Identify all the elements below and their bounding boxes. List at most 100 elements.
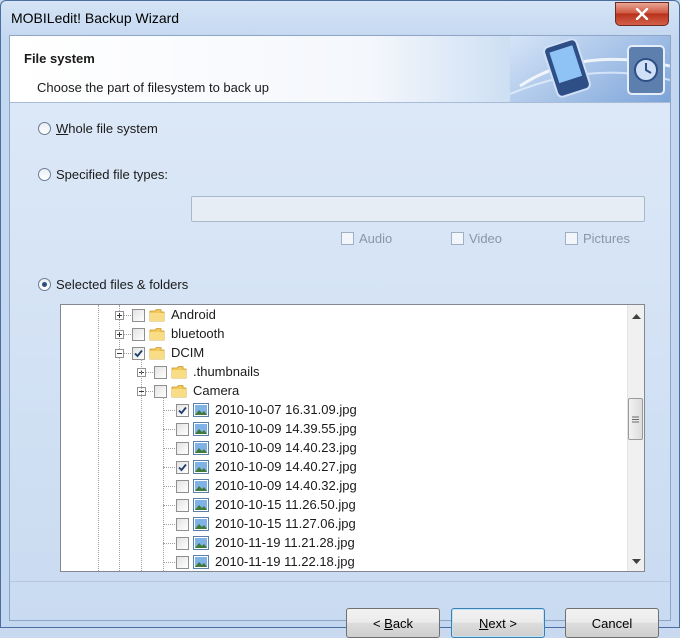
- close-icon: [635, 8, 649, 20]
- scroll-down-button[interactable]: [628, 553, 644, 570]
- tree-item-label: bluetooth: [171, 326, 225, 341]
- tree-connector: [163, 429, 177, 430]
- image-icon-shape: [193, 441, 209, 455]
- next-button-label: Next >: [479, 615, 517, 631]
- scroll-down-icon: [631, 558, 641, 564]
- image-file-icon: [193, 479, 209, 493]
- folder-icon-shape: [149, 347, 165, 360]
- tree-item-label: Camera: [193, 383, 240, 398]
- tree-item-label: 2010-10-09 14.40.23.jpg: [215, 440, 357, 455]
- tree-item-checkbox[interactable]: [132, 347, 145, 360]
- cancel-button-label: Cancel: [591, 615, 633, 631]
- tree-item-checkbox[interactable]: [176, 556, 189, 569]
- image-file-icon: [193, 403, 209, 417]
- tree-guide-line: [119, 305, 120, 571]
- tree-item-label: 2010-10-15 11.26.50.jpg: [215, 497, 356, 512]
- tree-item-checkbox[interactable]: [176, 404, 189, 417]
- cancel-button[interactable]: Cancel: [565, 608, 659, 638]
- tree-item-checkbox[interactable]: [176, 499, 189, 512]
- tree-guide-line: [98, 305, 99, 571]
- page-title: File system: [24, 51, 95, 66]
- tree-item-checkbox[interactable]: [132, 328, 145, 341]
- window-title: MOBILedit! Backup Wizard: [11, 10, 180, 26]
- specified-file-types-radio[interactable]: [38, 168, 51, 181]
- tree-scrollbar[interactable]: [627, 305, 644, 571]
- tree-item-checkbox[interactable]: [176, 518, 189, 531]
- wizard-client-area: File system Choose the part of filesyste…: [9, 35, 671, 638]
- file-types-input[interactable]: [191, 196, 645, 222]
- folder-icon: [149, 346, 165, 360]
- back-button[interactable]: < Back: [346, 608, 440, 638]
- next-button[interactable]: Next >: [451, 608, 545, 638]
- image-file-icon: [193, 441, 209, 455]
- tree-item-checkbox[interactable]: [176, 442, 189, 455]
- audio-checkbox-box[interactable]: [341, 232, 354, 245]
- pictures-checkbox[interactable]: Pictures: [565, 231, 630, 246]
- specified-file-types-option[interactable]: Specified file types:: [38, 167, 168, 182]
- tree-item-label: 2010-11-19 11.22.18.jpg: [215, 554, 355, 569]
- selected-files-radio[interactable]: [38, 278, 51, 291]
- check-icon: [178, 406, 187, 415]
- phone-backup-banner-icon: [510, 36, 670, 102]
- tree-item-label: 2010-10-09 14.39.55.jpg: [215, 421, 357, 436]
- tree-item-checkbox[interactable]: [132, 309, 145, 322]
- image-icon-shape: [193, 555, 209, 569]
- tree-item-checkbox[interactable]: [176, 423, 189, 436]
- audio-checkbox[interactable]: Audio: [341, 231, 392, 246]
- image-file-icon: [193, 460, 209, 474]
- tree-item-checkbox[interactable]: [154, 385, 167, 398]
- tree-item-checkbox[interactable]: [176, 537, 189, 550]
- scroll-thumb[interactable]: [628, 398, 643, 440]
- video-checkbox[interactable]: Video: [451, 231, 502, 246]
- tree-item-checkbox[interactable]: [176, 480, 189, 493]
- tree-connector: [163, 543, 177, 544]
- image-file-icon: [193, 498, 209, 512]
- tree-guide-line: [163, 397, 164, 571]
- image-icon-shape: [193, 517, 209, 531]
- scroll-up-icon: [631, 313, 641, 319]
- collapse-icon[interactable]: [115, 349, 124, 358]
- image-file-icon: [193, 422, 209, 436]
- folder-icon-shape: [171, 385, 187, 398]
- tree-item-label: 2010-11-19 11.21.28.jpg: [215, 535, 355, 550]
- check-icon: [178, 463, 187, 472]
- folder-icon-shape: [149, 309, 165, 322]
- expand-icon[interactable]: [115, 311, 124, 320]
- tree-item-checkbox[interactable]: [154, 366, 167, 379]
- audio-label: Audio: [359, 231, 393, 246]
- wizard-content: Whole file system Specified file types: …: [10, 103, 670, 638]
- image-icon-shape: [193, 403, 209, 417]
- expand-icon[interactable]: [115, 330, 124, 339]
- grip-icon: [632, 416, 639, 422]
- tree-guide-line: [141, 359, 142, 571]
- folder-icon: [171, 384, 187, 398]
- whole-file-system-label: Whole file system: [56, 121, 158, 136]
- image-file-icon: [193, 555, 209, 569]
- video-checkbox-box[interactable]: [451, 232, 464, 245]
- folder-icon: [149, 308, 165, 322]
- close-button[interactable]: [615, 2, 669, 26]
- tree-item-checkbox[interactable]: [176, 461, 189, 474]
- tree-item-label: .thumbnails: [193, 364, 260, 379]
- specified-file-types-label: Specified file types:: [56, 167, 169, 182]
- tree-connector: [163, 562, 177, 563]
- tree-connector: [163, 467, 177, 468]
- scroll-up-button[interactable]: [628, 307, 644, 324]
- folder-icon-shape: [149, 328, 165, 341]
- pictures-checkbox-box[interactable]: [565, 232, 578, 245]
- check-icon: [134, 349, 143, 358]
- image-icon-shape: [193, 422, 209, 436]
- image-file-icon: [193, 517, 209, 531]
- whole-file-system-radio[interactable]: [38, 122, 51, 135]
- tree-item-label: 2010-10-15 11.27.06.jpg: [215, 516, 356, 531]
- tree-item-label: DCIM: [171, 345, 205, 360]
- title-bar[interactable]: MOBILedit! Backup Wizard: [1, 1, 679, 35]
- video-label: Video: [469, 231, 503, 246]
- image-icon-shape: [193, 460, 209, 474]
- whole-file-system-option[interactable]: Whole file system: [38, 121, 158, 136]
- tree-connector: [163, 505, 177, 506]
- image-file-icon: [193, 536, 209, 550]
- tree-item-label: 2010-10-09 14.40.27.jpg: [215, 459, 357, 474]
- file-tree[interactable]: Android bluetooth DCIM .thumbnails Camera 201…: [60, 304, 645, 572]
- selected-files-option[interactable]: Selected files & folders: [38, 277, 188, 292]
